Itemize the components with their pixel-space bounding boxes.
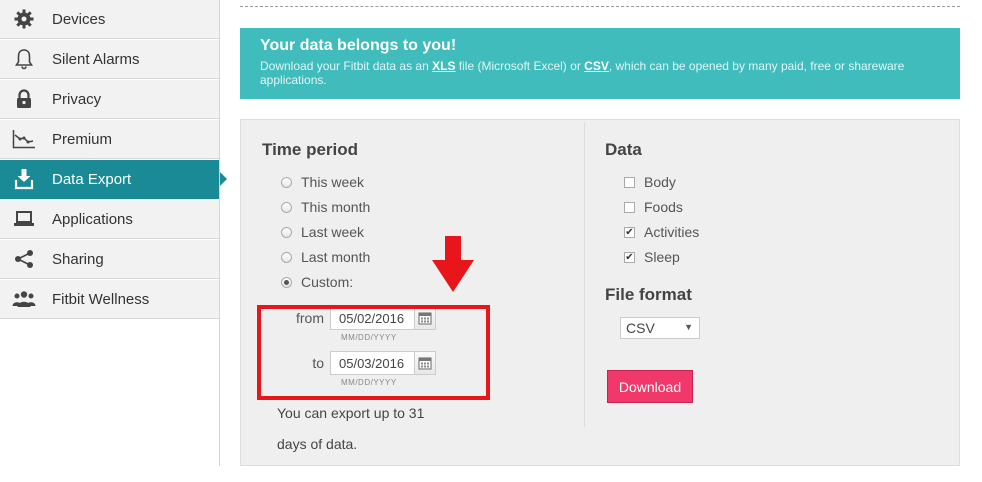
people-icon bbox=[12, 287, 36, 311]
checkbox-checked[interactable]: ✔ bbox=[624, 226, 635, 238]
laptop-icon bbox=[12, 207, 36, 231]
radio-button[interactable] bbox=[281, 201, 292, 213]
banner-title: Your data belongs to you! bbox=[260, 37, 457, 54]
column-divider bbox=[584, 122, 585, 427]
sidebar-item-premium[interactable]: Premium bbox=[0, 120, 219, 159]
share-icon bbox=[12, 247, 36, 271]
lock-icon bbox=[12, 87, 36, 111]
radio-label: Last week bbox=[301, 224, 365, 240]
checkbox[interactable] bbox=[624, 176, 635, 188]
sidebar-item-label: Silent Alarms bbox=[52, 50, 140, 68]
file-format-heading: File format bbox=[605, 285, 692, 304]
data-heading: Data bbox=[605, 140, 642, 159]
file-format-value: CSV bbox=[626, 320, 655, 336]
sidebar-item-fitbit-wellness[interactable]: Fitbit Wellness bbox=[0, 280, 219, 319]
sidebar-item-label: Devices bbox=[52, 10, 106, 28]
top-divider bbox=[240, 6, 960, 7]
radio-label: Last month bbox=[301, 249, 371, 265]
sidebar-item-label: Data Export bbox=[52, 170, 132, 188]
radio-label: This month bbox=[301, 199, 371, 215]
checkbox-checked[interactable]: ✔ bbox=[624, 251, 635, 263]
radio-label: This week bbox=[301, 174, 365, 190]
sidebar-item-applications[interactable]: Applications bbox=[0, 200, 219, 239]
checkbox-body[interactable]: Body bbox=[624, 174, 676, 190]
sidebar-item-label: Sharing bbox=[52, 250, 104, 268]
export-panel: Time period This week This month Last we… bbox=[240, 119, 960, 466]
xls-link[interactable]: XLS bbox=[432, 59, 455, 73]
sidebar-item-sharing[interactable]: Sharing bbox=[0, 240, 219, 279]
sidebar-item-label: Privacy bbox=[52, 90, 102, 108]
radio-button-selected[interactable] bbox=[281, 276, 292, 288]
radio-label: Custom: bbox=[301, 274, 354, 290]
settings-sidebar: Devices Silent Alarms Privacy Premium Da… bbox=[0, 0, 227, 320]
checkbox-activities[interactable]: ✔ Activities bbox=[624, 224, 699, 240]
checkbox-label: Foods bbox=[644, 199, 683, 215]
radio-button[interactable] bbox=[281, 226, 292, 238]
radio-button[interactable] bbox=[281, 251, 292, 263]
radio-last-week[interactable]: Last week bbox=[281, 224, 364, 240]
bell-icon bbox=[12, 47, 36, 71]
checkbox-label: Sleep bbox=[644, 249, 680, 265]
download-icon bbox=[12, 167, 36, 191]
export-limit-note: You can export up to 31 days of data. bbox=[277, 405, 425, 452]
banner-text-part: Download your Fitbit data as an bbox=[260, 59, 433, 73]
sidebar-item-silent-alarms[interactable]: Silent Alarms bbox=[0, 40, 219, 79]
sidebar-divider bbox=[219, 0, 220, 466]
annotation-arrow-icon bbox=[432, 236, 474, 292]
radio-this-week[interactable]: This week bbox=[281, 174, 364, 190]
radio-button[interactable] bbox=[281, 176, 292, 188]
time-period-heading: Time period bbox=[262, 140, 359, 159]
sidebar-item-label: Applications bbox=[52, 210, 133, 228]
radio-this-month[interactable]: This month bbox=[281, 199, 370, 215]
dropdown-arrow-icon: ▼ bbox=[684, 322, 693, 332]
sidebar-item-devices[interactable]: Devices bbox=[0, 0, 219, 39]
download-button[interactable]: Download bbox=[607, 370, 693, 403]
gear-icon bbox=[12, 7, 36, 31]
annotation-highlight-box bbox=[257, 305, 490, 400]
sidebar-item-label: Fitbit Wellness bbox=[52, 290, 150, 308]
sidebar-item-data-export[interactable]: Data Export bbox=[0, 160, 227, 199]
checkbox-label: Body bbox=[644, 174, 676, 190]
banner-text-part: file (Microsoft Excel) or bbox=[455, 59, 585, 73]
file-format-select[interactable]: CSV ▼ bbox=[620, 317, 700, 339]
sidebar-item-privacy[interactable]: Privacy bbox=[0, 80, 219, 119]
sidebar-item-label: Premium bbox=[52, 130, 113, 148]
checkbox-foods[interactable]: Foods bbox=[624, 199, 683, 215]
radio-last-month[interactable]: Last month bbox=[281, 249, 370, 265]
csv-link[interactable]: CSV bbox=[584, 59, 609, 73]
banner-text: Download your Fitbit data as an XLS file… bbox=[260, 59, 940, 87]
chart-line-icon bbox=[12, 127, 36, 151]
checkbox-label: Activities bbox=[644, 224, 700, 240]
checkbox-sleep[interactable]: ✔ Sleep bbox=[624, 249, 680, 265]
checkbox[interactable] bbox=[624, 201, 635, 213]
radio-custom[interactable]: Custom: bbox=[281, 274, 353, 290]
info-banner: Your data belongs to you! Download your … bbox=[240, 28, 960, 99]
